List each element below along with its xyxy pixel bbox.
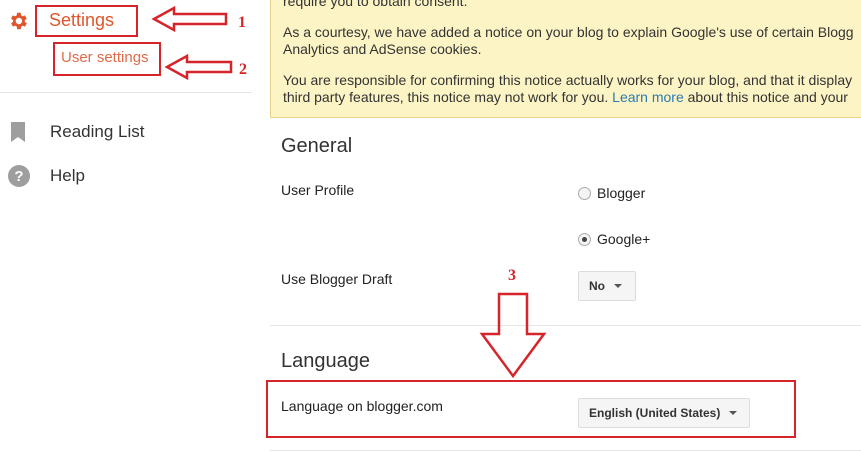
sidebar-item-label: Help bbox=[50, 166, 85, 185]
notice-line: require you to obtain consent. bbox=[283, 0, 468, 9]
annotation-box-language bbox=[266, 380, 796, 438]
general-section-title: General bbox=[281, 135, 353, 157]
select-value: No bbox=[589, 279, 605, 293]
annotation-number: 3 bbox=[508, 267, 516, 284]
learn-more-link[interactable]: Learn more bbox=[612, 89, 684, 105]
sidebar-divider bbox=[0, 92, 252, 93]
notice-line: third party features, this notice may no… bbox=[283, 88, 848, 106]
notice-text: about this notice and your bbox=[683, 89, 848, 105]
radio-label: Google+ bbox=[597, 231, 651, 247]
svg-text:?: ? bbox=[14, 168, 23, 185]
section-divider bbox=[270, 325, 861, 326]
annotation-arrow-2-icon bbox=[164, 53, 233, 81]
gear-icon bbox=[11, 12, 27, 30]
sidebar-item-label: Reading List bbox=[50, 122, 145, 141]
notice-line: Analytics and AdSense cookies. bbox=[283, 41, 482, 57]
use-blogger-draft-label: Use Blogger Draft bbox=[281, 271, 393, 287]
radio-button[interactable] bbox=[578, 186, 591, 200]
user-profile-label: User Profile bbox=[281, 182, 355, 198]
annotation-arrow-3-icon bbox=[479, 292, 547, 379]
annotation-box-user-settings bbox=[53, 42, 161, 76]
radio-googleplus[interactable]: Google+ bbox=[578, 231, 650, 247]
annotation-box-settings bbox=[35, 5, 138, 37]
chevron-down-icon bbox=[614, 284, 622, 288]
annotation-number: 2 bbox=[239, 61, 247, 78]
annotation-arrow-1-icon bbox=[151, 5, 228, 33]
radio-label: Blogger bbox=[597, 185, 646, 201]
sidebar-item-help[interactable]: ? Help bbox=[8, 164, 85, 188]
cookie-notice-banner: require you to obtain consent. As a cour… bbox=[270, 0, 861, 118]
language-section-title: Language bbox=[281, 350, 370, 372]
bookmark-icon bbox=[11, 122, 25, 142]
section-divider bbox=[270, 450, 861, 451]
radio-button[interactable] bbox=[578, 232, 591, 246]
help-icon: ? bbox=[8, 165, 30, 187]
blogger-draft-select[interactable]: No bbox=[578, 271, 636, 301]
sidebar-item-reading-list[interactable]: Reading List bbox=[8, 120, 145, 144]
notice-line: As a courtesy, we have added a notice on… bbox=[283, 24, 854, 40]
settings-nav[interactable] bbox=[7, 8, 29, 34]
notice-line: You are responsible for confirming this … bbox=[283, 72, 853, 88]
notice-text: third party features, this notice may no… bbox=[283, 89, 613, 105]
annotation-number: 1 bbox=[238, 14, 246, 31]
radio-blogger[interactable]: Blogger bbox=[578, 185, 645, 201]
